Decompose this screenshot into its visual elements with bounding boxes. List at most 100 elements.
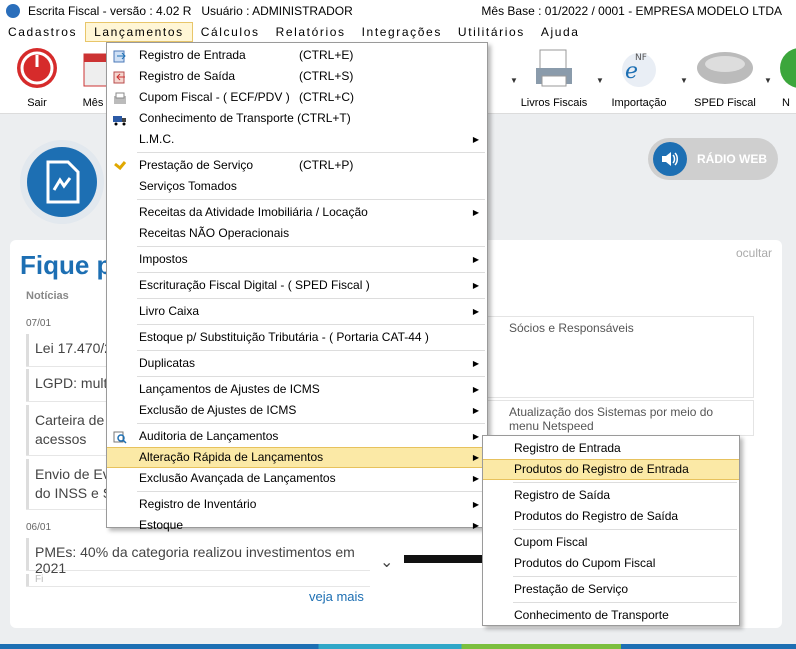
submenu-arrow-icon: ▶ [472, 385, 479, 394]
menu-item-label: Escrituração Fiscal Digital - ( SPED Fis… [139, 278, 370, 292]
menu-item-shortcut: (CTRL+E) [299, 48, 354, 62]
veja-mais-link[interactable]: veja mais [309, 589, 364, 604]
menu-item-prestacao-de-servico[interactable]: Prestação de Serviço (CTRL+P) [107, 155, 487, 176]
cupom-icon [113, 91, 127, 104]
menu-item-auditoria-de-lancamentos[interactable]: Auditoria de Lançamentos ▶ [107, 426, 487, 447]
menu-item-exclusao-avancada-de-lancamentos[interactable]: Exclusão Avançada de Lançamentos ▶ [107, 468, 487, 489]
radio-web-label: RÁDIO WEB [697, 152, 767, 166]
dropdown-arrow-icon[interactable]: ▼ [764, 76, 772, 85]
menu-item-exclusao-de-ajustes-de-icms[interactable]: Exclusão de Ajustes de ICMS ▶ [107, 400, 487, 421]
nfe-icon: eNF [622, 53, 656, 87]
radio-web-button[interactable]: RÁDIO WEB [648, 138, 778, 180]
svg-text:NF: NF [635, 53, 647, 63]
menu-item-lancamentos-de-ajustes-de-icms[interactable]: Lançamentos de Ajustes de ICMS ▶ [107, 379, 487, 400]
menu-item-produtos-do-cupom-fiscal[interactable]: Produtos do Cupom Fiscal [483, 553, 739, 574]
importacao-button[interactable]: e NF Importação [606, 46, 672, 109]
menu-relatorios[interactable]: Relatórios [268, 22, 354, 42]
menu-item-label: Receitas da Atividade Imobiliária / Loca… [139, 205, 368, 219]
menu-separator [513, 576, 737, 577]
menu-item-label: Cupom Fiscal - ( ECF/PDV ) [139, 90, 290, 104]
chevron-down-icon[interactable]: ⌄ [380, 552, 393, 572]
servico-icon [113, 159, 127, 172]
menu-ajuda[interactable]: Ajuda [533, 22, 588, 42]
menu-item-label: Duplicatas [139, 356, 196, 370]
menu-item-label: Receitas NÃO Operacionais [139, 226, 290, 240]
menu-separator [137, 298, 485, 299]
sair-label: Sair [27, 97, 47, 109]
news-item[interactable]: PMEs: 40% da categoria realizou investim… [26, 538, 370, 576]
menu-item-label: Impostos [139, 252, 188, 266]
dropdown-arrow-icon[interactable]: ▼ [510, 76, 518, 85]
menu-item-prestacao-de-servico[interactable]: Prestação de Serviço [483, 579, 739, 600]
menu-item-l-m-c[interactable]: L.M.C. ▶ [107, 129, 487, 150]
menu-item-impostos[interactable]: Impostos ▶ [107, 249, 487, 270]
menu-item-label: Exclusão de Ajustes de ICMS [139, 403, 297, 417]
news-item[interactable]: Fi [26, 574, 370, 586]
menu-separator [137, 491, 485, 492]
menu-item-label: Lançamentos de Ajustes de ICMS [139, 382, 320, 396]
menu-separator [137, 376, 485, 377]
menu-item-duplicatas[interactable]: Duplicatas ▶ [107, 353, 487, 374]
menu-item-livro-caixa[interactable]: Livro Caixa ▶ [107, 301, 487, 322]
menu-item-produtos-do-registro-de-entrada[interactable]: Produtos do Registro de Entrada [483, 459, 739, 480]
printer-icon [536, 49, 572, 87]
calendar-icon [83, 53, 108, 87]
card-socios[interactable]: Sócios e Responsáveis [484, 316, 754, 398]
menu-item-registro-de-entrada[interactable]: Registro de Entrada [483, 438, 739, 459]
menu-item-label: Conhecimento de Transporte (CTRL+T) [139, 111, 351, 125]
menu-item-estoque[interactable]: Estoque ▶ [107, 515, 487, 536]
livros-fiscais-button[interactable]: Livros Fiscais [518, 46, 590, 109]
menu-bar: Cadastros Lançamentos Cálculos Relatório… [0, 22, 796, 42]
card-label: Sócios e Responsáveis [509, 321, 634, 335]
menu-calculos[interactable]: Cálculos [193, 22, 268, 42]
menu-separator [137, 423, 485, 424]
submenu-arrow-icon: ▶ [472, 432, 479, 441]
menu-item-label: Registro de Entrada [514, 441, 621, 455]
card-netspeed[interactable]: Atualização dos Sistemas por meio do men… [484, 400, 754, 436]
menu-item-registro-de-saida[interactable]: Registro de Saída [483, 485, 739, 506]
menu-item-label: Estoque p/ Substituição Tributária - ( P… [139, 330, 429, 344]
menu-item-produtos-do-registro-de-saida[interactable]: Produtos do Registro de Saída [483, 506, 739, 527]
menu-item-conhecimento-de-transporte[interactable]: Conhecimento de Transporte [483, 605, 739, 626]
menu-item-registro-de-entrada[interactable]: Registro de Entrada (CTRL+E) [107, 45, 487, 66]
menu-item-receitas-da-atividade-imobiliaria-locacao[interactable]: Receitas da Atividade Imobiliária / Loca… [107, 202, 487, 223]
menu-item-escrituracao-fiscal-digital-sped-fiscal[interactable]: Escrituração Fiscal Digital - ( SPED Fis… [107, 275, 487, 296]
menu-item-conhecimento-de-transporte-ctrl-t[interactable]: Conhecimento de Transporte (CTRL+T) [107, 108, 487, 129]
sair-button[interactable]: Sair [12, 46, 62, 109]
menu-item-cupom-fiscal[interactable]: Cupom Fiscal [483, 532, 739, 553]
next-toolbar-button[interactable]: N [776, 46, 796, 109]
user-label: Usuário : ADMINISTRADOR [201, 4, 353, 18]
menu-item-label: Cupom Fiscal [514, 535, 588, 549]
sped-fiscal-button[interactable]: SPED Fiscal [690, 46, 760, 109]
menu-item-label: L.M.C. [139, 132, 175, 146]
menu-item-label: Auditoria de Lançamentos [139, 429, 279, 443]
dropdown-arrow-icon[interactable]: ▼ [680, 76, 688, 85]
title-bar: Escrita Fiscal - versão : 4.02 R Usuário… [0, 0, 796, 22]
noticias-header: Notícias [26, 290, 69, 302]
menu-item-estoque-p-substituicao-tributaria-portaria-cat-44[interactable]: Estoque p/ Substituição Tributária - ( P… [107, 327, 487, 348]
saida-icon [113, 70, 127, 84]
submenu-arrow-icon: ▶ [472, 307, 479, 316]
ocultar-link[interactable]: ocultar [736, 246, 772, 260]
document-hand-icon[interactable] [20, 140, 104, 224]
submenu-arrow-icon: ▶ [472, 135, 479, 144]
menu-item-alteracao-rapida-de-lancamentos[interactable]: Alteração Rápida de Lançamentos ▶ [107, 447, 487, 468]
menu-item-cupom-fiscal-ecf-pdv[interactable]: Cupom Fiscal - ( ECF/PDV ) (CTRL+C) [107, 87, 487, 108]
menu-lancamentos[interactable]: Lançamentos [85, 22, 193, 42]
menu-item-servicos-tomados[interactable]: Serviços Tomados [107, 176, 487, 197]
menu-integracoes[interactable]: Integrações [354, 22, 450, 42]
menu-item-label: Prestação de Serviço [139, 158, 254, 172]
menu-item-registro-de-saida[interactable]: Registro de Saída (CTRL+S) [107, 66, 487, 87]
submenu-arrow-icon: ▶ [472, 521, 479, 530]
menu-utilitarios[interactable]: Utilitários [450, 22, 533, 42]
dropdown-arrow-icon[interactable]: ▼ [596, 76, 604, 85]
menu-item-shortcut: (CTRL+P) [299, 158, 354, 172]
mes-button[interactable]: Mês [78, 46, 108, 109]
menu-item-label: Estoque [139, 518, 184, 532]
auditoria-icon [113, 430, 127, 444]
menu-item-registro-de-inventario[interactable]: Registro de Inventário ▶ [107, 494, 487, 515]
menu-cadastros[interactable]: Cadastros [0, 22, 85, 42]
menu-item-receitas-nao-operacionais[interactable]: Receitas NÃO Operacionais [107, 223, 487, 244]
submenu-arrow-icon: ▶ [472, 281, 479, 290]
base-label: Mês Base : 01/2022 / 0001 - EMPRESA MODE… [481, 4, 782, 18]
